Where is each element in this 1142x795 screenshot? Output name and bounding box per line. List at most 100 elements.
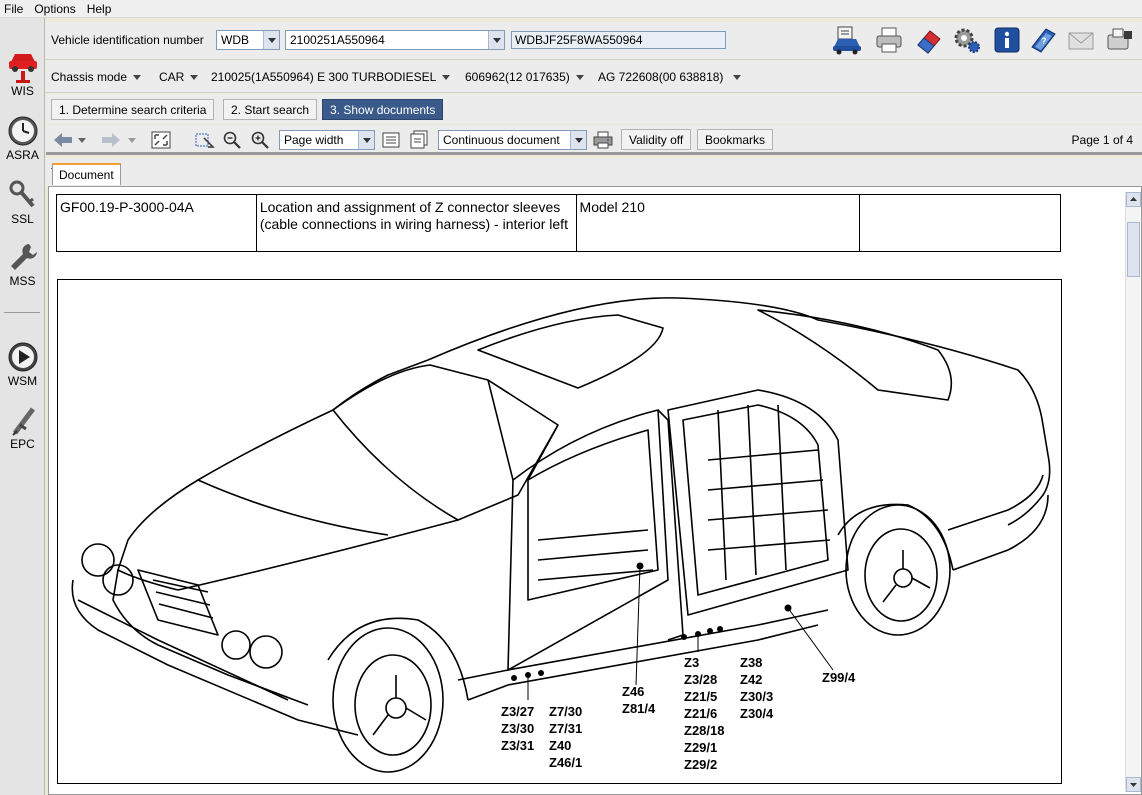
vertical-scrollbar[interactable] (1125, 192, 1141, 792)
connector-label: Z7/30 (549, 704, 582, 719)
document-model: Model 210 (575, 194, 861, 252)
scroll-down-icon[interactable] (1126, 777, 1141, 792)
connector-label: Z42 (740, 672, 762, 687)
total-pages: 4 (1126, 133, 1133, 147)
multi-page-icon[interactable] (408, 130, 430, 150)
back-menu-chevron-icon[interactable] (76, 130, 88, 150)
table-row: GF00.19-P-3000-04A Location and assignme… (56, 194, 1061, 252)
connector-label: Z29/2 (684, 757, 717, 772)
connector-label: Z38 (740, 655, 762, 670)
forward-icon[interactable] (100, 130, 122, 150)
connector-label: Z3/31 (501, 738, 534, 753)
document-header-table: GF00.19-P-3000-04A Location and assignme… (56, 194, 1061, 252)
sidebar-item-epc[interactable]: EPC (0, 403, 45, 451)
connector-label: Z29/1 (684, 740, 717, 755)
vin-toolbar: Vehicle identification number WDB 210025… (46, 22, 1142, 60)
menu-file[interactable]: File (4, 2, 23, 16)
chevron-down-icon (358, 131, 374, 149)
sidebar-label: SSL (11, 212, 34, 226)
determine-search-criteria-button[interactable]: 1. Determine search criteria (51, 99, 215, 120)
spark-plug-icon (11, 407, 35, 436)
connector-label: Z99/4 (822, 670, 856, 685)
vin-number-select[interactable]: 2100251A550964 (285, 30, 505, 50)
zoom-select[interactable]: Page width (279, 130, 375, 150)
connector-label: Z46/1 (549, 755, 582, 770)
sidebar-divider (4, 312, 40, 313)
fit-view-icon[interactable] (150, 130, 172, 150)
sidebar-label: WIS (11, 84, 34, 98)
document-viewer: GF00.19-P-3000-04A Location and assignme… (48, 186, 1142, 795)
vehicle-data-icon[interactable] (832, 25, 862, 55)
svg-text:?: ? (1041, 36, 1047, 46)
sidebar-label: MSS (9, 274, 36, 288)
vehicle-type-dropdown[interactable]: CAR (159, 70, 199, 84)
exit-icon[interactable] (1104, 25, 1134, 55)
chevron-down-icon (190, 75, 199, 81)
show-documents-button[interactable]: 3. Show documents (322, 99, 444, 120)
connector-label: Z7/31 (549, 721, 582, 736)
page-indicator: Page 1 of 4 (1071, 133, 1133, 147)
print-document-icon[interactable] (592, 130, 614, 150)
print-icon[interactable] (874, 25, 904, 55)
document-tab-bar: Document (46, 158, 1142, 186)
connector-label: Z30/3 (740, 689, 773, 704)
connector-label: Z3 (684, 655, 699, 670)
connector-label: Z3/27 (501, 704, 534, 719)
forward-menu-chevron-icon[interactable] (126, 130, 138, 150)
bookmarks-button[interactable]: Bookmarks (697, 129, 774, 150)
transmission-dropdown[interactable]: AG 722608(00 638818) (598, 70, 742, 84)
menu-options[interactable]: Options (34, 2, 75, 16)
key-icon (9, 180, 35, 208)
connector-label: Z81/4 (622, 701, 656, 716)
app-sidebar: WIS ASRA SSL MSS WSM EPC (0, 18, 45, 795)
info-icon[interactable] (992, 25, 1022, 55)
clock-icon (8, 116, 37, 146)
connector-label: Z3/30 (501, 721, 534, 736)
validity-toggle-button[interactable]: Validity off (621, 129, 692, 150)
zoom-out-icon[interactable] (222, 130, 244, 150)
connector-label: Z30/4 (740, 706, 774, 721)
sidebar-item-wis[interactable]: WIS (0, 48, 45, 98)
full-vin-field[interactable]: WDBJF25F8WA550964 (511, 31, 726, 49)
sidebar-item-wsm[interactable]: WSM (0, 340, 45, 388)
help-book-icon[interactable]: ? (1028, 25, 1058, 55)
sidebar-item-asra[interactable]: ASRA (0, 114, 45, 162)
connector-label: Z21/6 (684, 706, 717, 721)
wrench-icon (10, 244, 37, 270)
sidebar-label: WSM (7, 374, 38, 388)
tab-document[interactable]: Document (52, 163, 121, 185)
document-title: Location and assignment of Z connector s… (255, 194, 577, 252)
back-icon[interactable] (52, 130, 74, 150)
chevron-down-icon (575, 75, 584, 81)
mail-icon[interactable] (1066, 25, 1096, 55)
menu-help[interactable]: Help (87, 2, 112, 16)
connector-label: Z28/18 (684, 723, 724, 738)
document-extra (859, 194, 1061, 252)
sidebar-item-ssl[interactable]: SSL (0, 178, 45, 226)
zoom-in-icon[interactable] (250, 130, 272, 150)
select-zoom-icon[interactable] (194, 130, 216, 150)
viewer-toolbar: Page width Continuous document Validity … (46, 125, 1142, 155)
chevron-down-icon (263, 31, 279, 49)
steps-bar: 1. Determine search criteria 2. Start se… (46, 94, 1142, 124)
scrollbar-thumb[interactable] (1127, 222, 1140, 277)
settings-gear-icon[interactable] (952, 25, 982, 55)
sidebar-label: EPC (10, 437, 35, 451)
chevron-down-icon (570, 131, 586, 149)
single-page-icon[interactable] (380, 130, 402, 150)
current-page: 1 (1102, 133, 1110, 147)
eraser-icon[interactable] (914, 25, 944, 55)
connector-label: Z46 (622, 684, 644, 699)
chassis-mode-dropdown[interactable]: Chassis mode (51, 70, 142, 84)
scroll-up-icon[interactable] (1126, 192, 1141, 207)
sidebar-item-mss[interactable]: MSS (0, 240, 45, 288)
chevron-down-icon (133, 75, 142, 81)
vin-prefix-select[interactable]: WDB (216, 30, 280, 50)
model-dropdown[interactable]: 210025(1A550964) E 300 TURBODIESEL (211, 70, 451, 84)
engine-dropdown[interactable]: 606962(12 017635) (465, 70, 584, 84)
sidebar-label: ASRA (6, 148, 39, 162)
document-mode-select[interactable]: Continuous document (438, 130, 587, 150)
chassis-toolbar: Chassis mode CAR 210025(1A550964) E 300 … (46, 61, 1142, 93)
connector-label: Z21/5 (684, 689, 717, 704)
start-search-button[interactable]: 2. Start search (223, 99, 318, 120)
